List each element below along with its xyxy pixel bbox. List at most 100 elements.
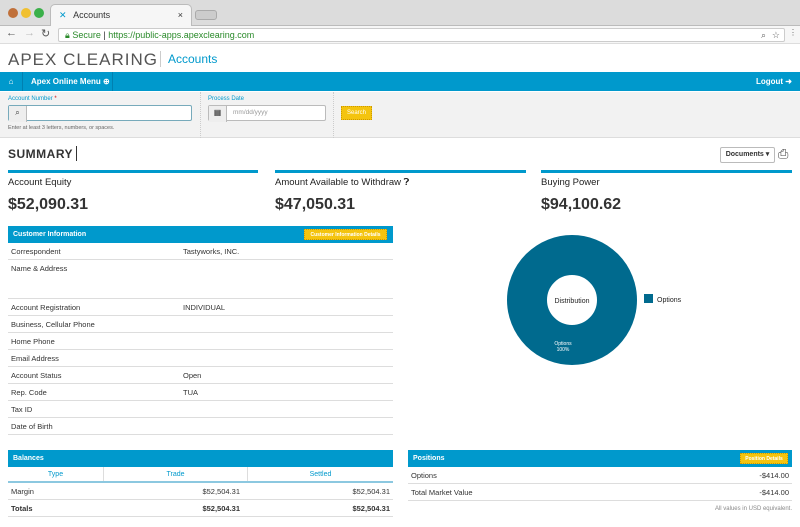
account-hint: Enter at least 3 letters, numbers, or sp…	[8, 125, 115, 131]
customer-information-panel: Customer Information Customer Informatio…	[8, 226, 393, 435]
position-details-button[interactable]: Position Details	[740, 453, 788, 464]
panel-title: Balances	[8, 450, 393, 467]
table-row: Totals $52,504.31 $52,504.31	[8, 500, 393, 517]
plus-circle-icon: ⊕	[103, 77, 110, 86]
table-row: Home Phone	[8, 333, 393, 350]
balances-header-row: Type Trade Settled	[8, 467, 393, 483]
bookmark-star-icon[interactable]: ☆	[772, 30, 780, 41]
column-header[interactable]: Trade	[104, 467, 248, 481]
maximize-window-button[interactable]	[34, 8, 44, 18]
zoom-icon[interactable]: ⌕	[761, 30, 766, 41]
menu-kebab-icon[interactable]: ⋮	[789, 28, 797, 37]
donut-center-label: Distribution	[554, 298, 589, 305]
close-window-button[interactable]	[8, 8, 18, 18]
panel-title: Positions	[413, 455, 445, 462]
home-icon[interactable]: ⌂	[0, 72, 23, 91]
field-value: Tastyworks, INC.	[183, 247, 240, 256]
distribution-chart: Distribution Options 100% Options	[507, 235, 682, 365]
table-row: Business, Cellular Phone	[8, 316, 393, 333]
url-input[interactable]: 🔒︎ Secure | https://public-apps.apexclea…	[58, 28, 785, 42]
close-tab-icon[interactable]: ×	[178, 10, 183, 20]
logout-icon: ➜	[785, 77, 792, 86]
balances-panel: Balances Type Trade Settled Margin $52,50…	[8, 450, 393, 517]
apex-online-menu[interactable]: Apex Online Menu ⊕	[23, 72, 113, 91]
cell: Total Market Value	[411, 488, 473, 497]
table-row: Email Address	[8, 350, 393, 367]
reload-icon[interactable]: ↻	[41, 27, 50, 40]
field-label: Name & Address	[11, 264, 68, 273]
metric-label: Buying Power	[541, 177, 600, 188]
calendar-icon[interactable]: ▦	[209, 106, 227, 122]
field-label: Email Address	[11, 354, 59, 363]
slice-percent-label: 100%	[557, 347, 570, 353]
account-number-field[interactable]: ⌕	[8, 105, 192, 122]
metric-card: Buying Power $94,100.62	[541, 170, 792, 214]
divider	[200, 92, 201, 138]
customer-details-button[interactable]: Customer Information Details	[304, 229, 387, 240]
account-number-label: Account Number	[8, 96, 53, 102]
table-row: Margin $52,504.31 $52,504.31	[8, 483, 393, 500]
panel-header: Customer Information Customer Informatio…	[8, 226, 393, 243]
divider	[333, 92, 334, 138]
secure-label: Secure	[72, 30, 101, 40]
column-header[interactable]: Settled	[248, 467, 393, 481]
table-row: Name & Address	[8, 260, 393, 299]
field-label: Account Status	[11, 371, 62, 380]
documents-dropdown[interactable]: Documents ▾	[720, 147, 775, 163]
table-row: Account Status Open	[8, 367, 393, 384]
table-row: Correspondent Tastyworks, INC.	[8, 243, 393, 260]
cell: $52,504.31	[202, 487, 240, 496]
minimize-window-button[interactable]	[21, 8, 31, 18]
address-bar: ← → ↻ 🔒︎ Secure | https://public-apps.ap…	[0, 26, 800, 44]
field-label: Home Phone	[11, 337, 55, 346]
metric-value: $94,100.62	[541, 196, 622, 213]
cell: Options	[411, 471, 437, 480]
metric-card: Amount Available to Withdraw ❓︎ $47,050.…	[275, 170, 526, 214]
metric-label: Account Equity	[8, 177, 72, 188]
print-icon[interactable]: ⎙	[778, 146, 788, 162]
table-row: Rep. Code TUA	[8, 384, 393, 401]
cell: $52,504.31	[352, 504, 390, 513]
help-icon[interactable]: ❓︎	[404, 177, 410, 188]
search-button[interactable]: Search	[341, 106, 372, 120]
browser-titlebar: ✕ Accounts ×	[0, 0, 800, 26]
currency-footnote: All values in USD equivalent.	[714, 506, 792, 512]
metric-card: Account Equity $52,090.31	[8, 170, 258, 214]
metric-label: Amount Available to Withdraw	[275, 177, 402, 188]
table-row: Date of Birth	[8, 418, 393, 435]
browser-tab[interactable]: ✕ Accounts ×	[50, 4, 192, 26]
logout-label: Logout	[755, 77, 784, 86]
logout-button[interactable]: Logout ➜	[756, 72, 792, 91]
table-row: Account Registration INDIVIDUAL	[8, 299, 393, 316]
table-row: Tax ID	[8, 401, 393, 418]
apex-favicon-icon: ✕	[59, 10, 67, 20]
metric-value: $47,050.31	[275, 196, 356, 213]
field-label: Account Registration	[11, 303, 81, 312]
legend-label: Options	[657, 297, 682, 304]
search-bar: Account Number * ⌕ Enter at least 3 lett…	[0, 92, 800, 138]
lock-icon: 🔒︎	[65, 30, 70, 40]
apex-logo[interactable]: APEX CLEARING	[8, 50, 158, 70]
back-icon[interactable]: ←	[6, 27, 17, 39]
cell: -$414.00	[759, 471, 789, 480]
divider	[76, 146, 77, 161]
field-label: Date of Birth	[11, 422, 53, 431]
search-icon[interactable]: ⌕	[9, 106, 27, 122]
field-label: Tax ID	[11, 405, 33, 414]
field-label: Correspondent	[11, 247, 61, 256]
cell: $52,504.31	[352, 487, 390, 496]
column-header[interactable]: Type	[8, 467, 104, 481]
field-value: Open	[183, 371, 202, 380]
main-nav: ⌂ Apex Online Menu ⊕ Logout ➜	[0, 72, 800, 91]
field-value: TUA	[183, 388, 198, 397]
cell: Totals	[11, 504, 33, 513]
forward-icon[interactable]: →	[24, 27, 35, 39]
table-row: Options -$414.00	[408, 467, 792, 484]
metric-value: $52,090.31	[8, 196, 89, 213]
new-tab-button[interactable]	[195, 10, 217, 20]
process-date-field[interactable]: ▦ mm/dd/yyyy	[208, 105, 326, 122]
required-marker: *	[54, 96, 57, 102]
url-text: https://public-apps.apexclearing.com	[108, 30, 255, 40]
divider	[160, 51, 161, 67]
field-value: INDIVIDUAL	[183, 303, 226, 312]
